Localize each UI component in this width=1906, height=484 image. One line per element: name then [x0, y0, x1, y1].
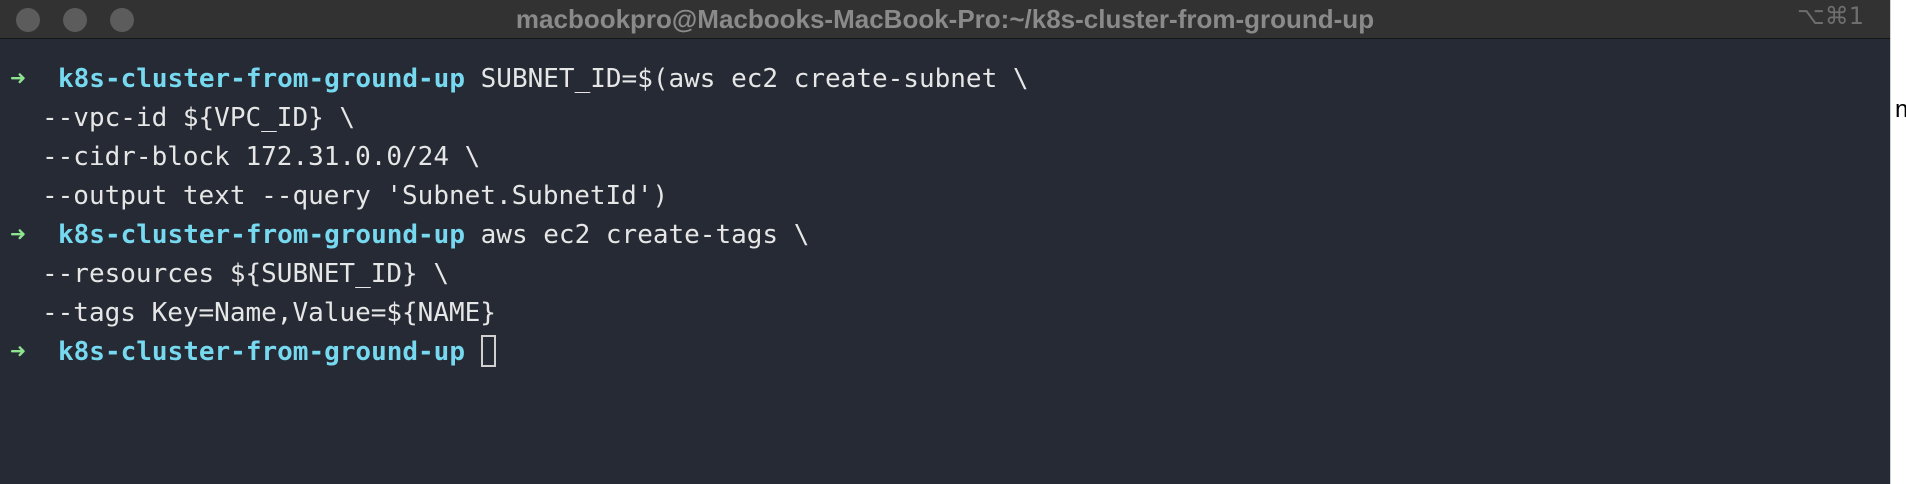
prompt-directory: k8s-cluster-from-ground-up: [58, 337, 465, 367]
terminal-line: --cidr-block 172.31.0.0/24 \: [42, 142, 481, 172]
command-text: SUBNET_ID=$(aws ec2 create-subnet \: [480, 64, 1029, 94]
prompt-directory: k8s-cluster-from-ground-up: [58, 220, 465, 250]
terminal-window[interactable]: macbookpro@Macbooks-MacBook-Pro:~/k8s-cl…: [0, 0, 1890, 484]
prompt-directory: k8s-cluster-from-ground-up: [58, 64, 465, 94]
terminal-input-line[interactable]: ➜ k8s-cluster-from-ground-up: [10, 333, 1029, 372]
background-window-edge: n: [1890, 0, 1906, 484]
background-window-text: n: [1895, 96, 1906, 124]
terminal-line: ➜ k8s-cluster-from-ground-up SUBNET_ID=$(…: [10, 60, 1029, 99]
terminal-line: --vpc-id ${VPC_ID} \: [42, 103, 356, 133]
prompt-arrow-icon: ➜: [10, 220, 26, 250]
terminal-line: --resources ${SUBNET_ID} \: [42, 259, 449, 289]
text-cursor[interactable]: [480, 335, 496, 367]
terminal-line: --tags Key=Name,Value=${NAME}: [42, 298, 496, 328]
prompt-arrow-icon: ➜: [10, 64, 26, 94]
terminal-line: ➜ k8s-cluster-from-ground-up aws ec2 crea…: [10, 216, 1029, 255]
prompt-arrow-icon: ➜: [10, 337, 26, 367]
window-title: macbookpro@Macbooks-MacBook-Pro:~/k8s-cl…: [515, 4, 1375, 34]
terminal-output[interactable]: ➜ k8s-cluster-from-ground-up SUBNET_ID=$(…: [10, 60, 1029, 372]
title-bar[interactable]: macbookpro@Macbooks-MacBook-Pro:~/k8s-cl…: [0, 0, 1890, 39]
tab-shortcut-label: ⌥⌘1: [1797, 2, 1864, 30]
command-text: aws ec2 create-tags \: [480, 220, 810, 250]
terminal-line: --output text --query 'Subnet.SubnetId'): [42, 181, 669, 211]
